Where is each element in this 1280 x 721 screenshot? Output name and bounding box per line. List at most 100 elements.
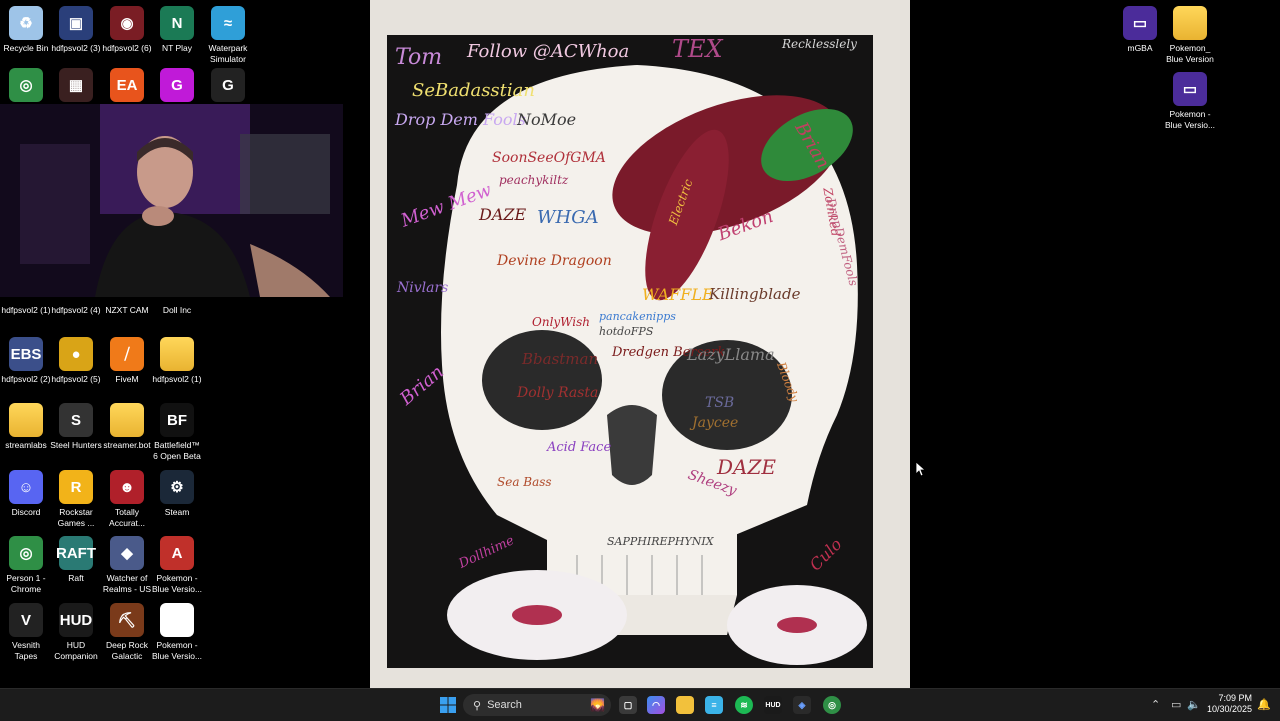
start-button[interactable] [439, 696, 457, 714]
desktop-icon-label: hdfpsvol2 (5) [51, 374, 101, 384]
desktop-icon-label: FiveM [115, 374, 139, 384]
desktop-icon-deep-rock-galactic[interactable]: ⛏ Deep Rock Galactic [101, 603, 153, 661]
desktop-icon-game-app[interactable]: ▦ [50, 68, 102, 105]
desktop-icon-ea[interactable]: EA [101, 68, 153, 105]
pokemon-blue-1-icon: A [160, 536, 194, 570]
desktop-icon-pokemon-blue-2[interactable]: Pokemon - Blue Versio... [151, 603, 203, 661]
desktop-icon-pokemon-blue-folder[interactable]: Pokemon_ Blue Version [1164, 6, 1216, 64]
rockstar-icon: R [59, 470, 93, 504]
chrome-icon: ◎ [828, 699, 836, 710]
desktop-icon-logitech[interactable]: G [202, 68, 254, 105]
taskbar-clock[interactable]: 7:09 PM 10/30/2025 [1207, 693, 1252, 715]
desktop-icon-label: Raft [68, 573, 84, 583]
desktop-icon-steel-hunters[interactable]: S Steel Hunters [50, 403, 102, 451]
desktop-icon-label: Pokemon - Blue Versio... [151, 640, 203, 661]
desktop-icon-label: Vesnith Tapes [12, 640, 40, 661]
desktop-icon-label: Watcher of Realms - US [102, 573, 152, 594]
task-view-button[interactable]: ▢ [619, 696, 637, 714]
desktop-icon-label: Battlefield™ 6 Open Beta [153, 440, 201, 461]
desktop-icon-label: Waterpark Simulator [208, 43, 248, 64]
hdfpsvol2-3-icon: ▣ [59, 6, 93, 40]
desktop-icon-hdfpsvol2-5[interactable]: ● hdfpsvol2 (5) [50, 337, 102, 385]
desktop-icon-hdfpsvol2-1[interactable]: hdfpsvol2 (1) [0, 296, 52, 316]
desktop-icon-hdfpsvol2-1b[interactable]: hdfpsvol2 (1) [151, 337, 203, 385]
desktop-icon-hdfpsvol2-4[interactable]: hdfpsvol2 (4) [50, 296, 102, 316]
taskbar-search[interactable]: ⚲ Search 🌄 [463, 694, 611, 716]
notepad-button[interactable]: ≡ [705, 696, 723, 714]
desktop-icon-streamer-bot[interactable]: streamer.bot [101, 403, 153, 451]
desktop-icon-discord[interactable]: ☺ Discord [0, 470, 52, 518]
volume-icon[interactable]: 🔈 [1187, 698, 1201, 711]
desktop-icon-hdfpsvol2-2[interactable]: EBS hdfpsvol2 (2) [0, 337, 52, 385]
desktop-icon-pokemon-blue-3[interactable]: ▭ Pokemon - Blue Versio... [1164, 72, 1216, 130]
painting-signature: Sea Bass [497, 475, 552, 489]
copilot-button[interactable]: ◠ [647, 696, 665, 714]
desktop-icon-chrome[interactable]: ◎ [0, 68, 52, 105]
painting-signature: hotdoFPS [599, 325, 654, 338]
deep-rock-galactic-icon: ⛏ [110, 603, 144, 637]
chevron-up-icon[interactable]: ⌃ [1151, 698, 1160, 711]
painting-signature: TSB [705, 395, 735, 411]
streamlabs-icon [9, 403, 43, 437]
painting-signature: WHGA [537, 207, 599, 228]
webcam-person-illustration [0, 104, 343, 297]
photo-viewer-window[interactable]: Tom Follow @ACWhoa TEX Recklesslely SeBadass… [370, 0, 910, 688]
spotify-button[interactable]: ≋ [735, 696, 753, 714]
search-icon: ⚲ [473, 699, 482, 712]
desktop-icon-label: hdfpsvol2 (1) [1, 305, 51, 315]
desktop-icon-battlefield-6[interactable]: BF Battlefield™ 6 Open Beta [151, 403, 203, 461]
task-view-icon: ▢ [623, 699, 633, 710]
mouse-cursor-icon [916, 462, 926, 477]
waterpark-simulator-icon: ≈ [211, 6, 245, 40]
painting-signature: peachykiltz [499, 173, 569, 187]
desktop-icon-pokemon-blue-1[interactable]: A Pokemon - Blue Versio... [151, 536, 203, 594]
painting-signature: Recklesslely [782, 37, 857, 51]
painting-signature: NoMoe [517, 110, 577, 129]
sidequest-button[interactable]: ◈ [793, 696, 811, 714]
file-explorer-button[interactable] [676, 696, 694, 714]
desktop-icon-nt-play[interactable]: N NT Play [151, 6, 203, 54]
desktop-icon-label: hdfpsvol2 (4) [51, 305, 101, 315]
game-app-icon: ▦ [59, 68, 93, 102]
pokemon-blue-folder-icon [1173, 6, 1207, 40]
desktop-icon-label: hdfpsvol2 (2) [1, 374, 51, 384]
desktop-icon-doll-inc[interactable]: Doll Inc [151, 296, 203, 316]
streamer-bot-icon [110, 403, 144, 437]
desktop-icon-recycle-bin[interactable]: ♻ Recycle Bin [0, 6, 52, 54]
painting-signature: Tom [395, 45, 443, 70]
desktop-icon-fivem[interactable]: ⧸ FiveM [101, 337, 153, 385]
painting-signature: DAZE [717, 455, 776, 479]
desktop-icon-person1-chrome[interactable]: ◎ Person 1 - Chrome [0, 536, 52, 594]
desktop-icon-raft[interactable]: RAFT Raft [50, 536, 102, 584]
desktop-icon-mgba[interactable]: ▭ mGBA [1114, 6, 1166, 54]
logitech-icon: G [211, 68, 245, 102]
painting-signature: Dolly Rasta [517, 385, 599, 401]
painting-signature: Bbastman [522, 350, 599, 368]
chrome-button[interactable]: ◎ [823, 696, 841, 714]
desktop-icon-label: Pokemon - Blue Versio... [151, 573, 203, 594]
desktop-icon-waterpark-simulator[interactable]: ≈ Waterpark Simulator [202, 6, 254, 64]
desktop-icon-hdfpsvol2-6[interactable]: ◉ hdfpsvol2 (6) [101, 6, 153, 54]
desktop-icon-streamlabs[interactable]: streamlabs [0, 403, 52, 451]
hud-button[interactable]: HUD [764, 696, 782, 714]
desktop-icon-hdfpsvol2-3[interactable]: ▣ hdfpsvol2 (3) [50, 6, 102, 54]
notification-bell-icon[interactable]: 🔔 [1257, 698, 1271, 711]
desktop-icon-label: hdfpsvol2 (6) [102, 43, 152, 53]
desktop-icon-watcher-of-realms[interactable]: ◆ Watcher of Realms - US [101, 536, 153, 594]
desktop-icon-hud-companion[interactable]: HUD HUD Companion [50, 603, 102, 661]
desktop-icon-label: Steel Hunters [50, 440, 102, 450]
network-icon[interactable]: ▭ [1171, 698, 1181, 711]
notepad-icon: ≡ [711, 700, 717, 710]
desktop-icon-nzxt-cam[interactable]: NZXT CAM [101, 296, 153, 316]
desktop-icon-steam[interactable]: ⚙ Steam [151, 470, 203, 518]
desktop-icon-label: hdfpsvol2 (1) [152, 374, 202, 384]
desktop-icon-label: HUD Companion [54, 640, 98, 661]
fivem-icon: ⧸ [110, 337, 144, 371]
desktop-icon-gh-app[interactable]: G [151, 68, 203, 105]
desktop-icon-label: Totally Accurat... [109, 507, 145, 528]
search-placeholder: Search [487, 699, 522, 711]
desktop-icon-label: streamlabs [5, 440, 47, 450]
desktop-icon-vesnith-tapes[interactable]: V Vesnith Tapes [0, 603, 52, 661]
desktop-icon-totally-accurate[interactable]: ☻ Totally Accurat... [101, 470, 153, 528]
desktop-icon-rockstar[interactable]: R Rockstar Games ... [50, 470, 102, 528]
